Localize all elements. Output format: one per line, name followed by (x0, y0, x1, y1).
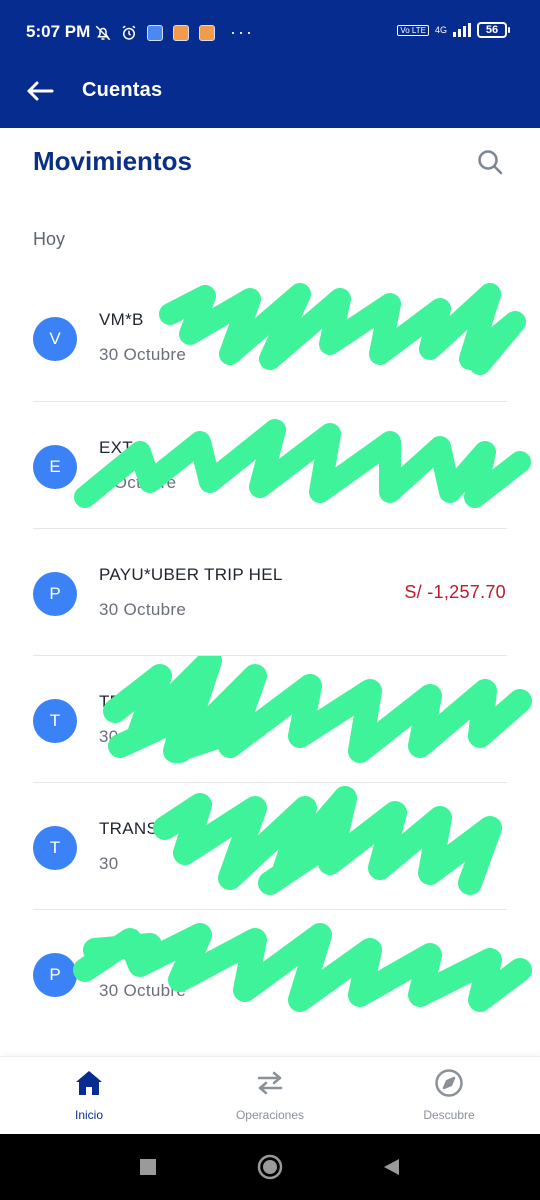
transaction-row[interactable]: P PAYU*UBER TRIP HEL 30 Octubre S/ -1,25… (33, 528, 507, 655)
transaction-list: V VM*B 30 Octubre S E EXT 0 Octubre P PA… (0, 274, 540, 1036)
transaction-avatar: V (33, 317, 77, 361)
nav-label: Operaciones (235, 1108, 305, 1122)
app-notification-icon (146, 24, 164, 42)
nav-item-descubre[interactable]: Descubre (379, 1067, 519, 1129)
status-time: 5:07 PM (26, 22, 91, 41)
transaction-row[interactable]: V VM*B 30 Octubre S (0, 274, 540, 401)
transaction-row[interactable]: T TR 30 (33, 655, 532, 782)
transfer-arrows-icon (254, 1067, 286, 1099)
battery-level: 56 (477, 22, 507, 38)
arrow-left-icon (27, 81, 54, 101)
transaction-avatar: P (33, 572, 77, 616)
nav-item-operaciones[interactable]: Operaciones (200, 1067, 340, 1129)
compass-icon (433, 1067, 465, 1099)
transaction-avatar: E (33, 445, 77, 489)
square-icon (140, 1159, 156, 1175)
transaction-amount: S (493, 327, 506, 347)
redaction-scribble (103, 656, 532, 763)
battery-icon: 56 (477, 22, 510, 38)
bell-off-icon (94, 24, 112, 42)
nav-label: Inicio (74, 1108, 103, 1122)
transaction-date: 30 (99, 727, 119, 746)
bottom-navigation: Inicio Operaciones Descubre (0, 1056, 540, 1134)
nav-label: Descubre (423, 1108, 475, 1122)
network-type: 4G (434, 24, 447, 35)
nav-item-inicio[interactable]: Inicio (19, 1067, 159, 1129)
search-icon (478, 150, 503, 175)
transaction-amount: S/ -1,257.70 (404, 582, 506, 602)
search-button[interactable] (474, 146, 506, 178)
volte-icon: Vo LTE (397, 24, 429, 36)
more-dots-icon: ··· (230, 22, 254, 42)
transaction-title: TR (99, 692, 123, 711)
status-system-icons: Vo LTE 4G 56 (397, 22, 510, 38)
triangle-back-icon (384, 1159, 399, 1175)
redaction-scribble (74, 419, 531, 508)
top-header: 5:07 PM ··· Vo LTE 4G 56 Cuentas (0, 0, 540, 128)
transaction-date: 30 Octubre (99, 345, 187, 364)
redaction-scribble (153, 786, 502, 895)
app-bar-title: Cuentas (82, 79, 163, 101)
home-icon (73, 1067, 105, 1099)
back-button[interactable] (22, 76, 58, 106)
recents-button[interactable] (135, 1154, 161, 1180)
status-notification-icons: ··· (94, 22, 254, 43)
page-title: Movimientos (33, 146, 192, 176)
system-navigation-bar (0, 1134, 540, 1200)
redaction-scribble (159, 283, 526, 375)
back-system-button[interactable] (378, 1154, 404, 1180)
app-notification-icon (198, 24, 216, 42)
transaction-date: 30 Octubre (99, 600, 187, 619)
transaction-date: 30 Octubre (99, 981, 187, 1000)
transaction-title: VM*B (99, 310, 144, 329)
redaction-scribble (73, 923, 532, 1012)
transaction-title: TRANS (99, 819, 159, 838)
status-bar: 5:07 PM ··· Vo LTE 4G 56 (0, 0, 540, 64)
transaction-title: EXT (99, 438, 133, 457)
transaction-title: PAYU*UBER TRIP HEL (99, 565, 283, 584)
alarm-icon (120, 24, 138, 42)
signal-icon (453, 23, 471, 37)
transaction-avatar: T (33, 826, 77, 870)
date-group-header: Hoy (33, 229, 66, 249)
transaction-avatar: T (33, 699, 77, 743)
app-bar: Cuentas (0, 64, 540, 128)
transaction-avatar: P (33, 953, 77, 997)
transaction-date: 0 Octubre (99, 473, 177, 492)
home-system-button[interactable] (257, 1154, 283, 1180)
transaction-row[interactable]: P 30 Octubre (33, 909, 532, 1036)
transaction-row[interactable]: E EXT 0 Octubre (33, 401, 531, 528)
circle-icon (257, 1154, 283, 1180)
transaction-row[interactable]: T TRANS 30 (33, 782, 507, 909)
app-notification-icon (172, 24, 190, 42)
transaction-date: 30 (99, 854, 119, 873)
